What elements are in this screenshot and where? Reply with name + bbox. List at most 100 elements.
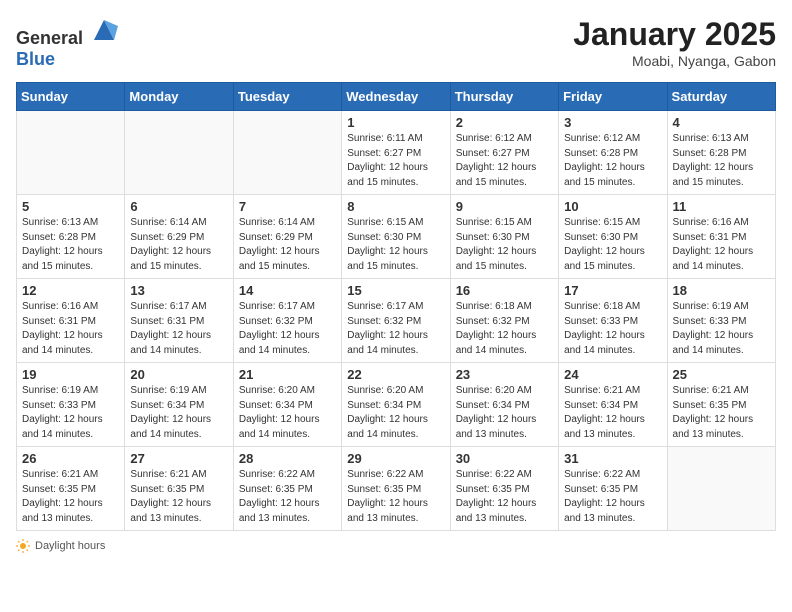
calendar-cell [233,111,341,195]
logo: General Blue [16,16,118,70]
day-info: Sunrise: 6:18 AM Sunset: 6:33 PM Dayligh… [564,300,661,358]
day-number: 24 [564,367,661,382]
calendar-cell: 29Sunrise: 6:22 AM Sunset: 6:35 PM Dayli… [342,447,450,531]
calendar-header: SundayMondayTuesdayWednesdayThursdayFrid… [17,83,776,111]
week-row-2: 5 Sunrise: 6:13 AM Sunset: 6:28 PM Daylig… [17,195,776,279]
day-number: 12 [22,283,119,298]
weekday-header-monday: Monday [125,83,233,111]
calendar-body: 1 Sunrise: 6:11 AM Sunset: 6:27 PM Daylig… [17,111,776,531]
day-number: 5 [22,199,119,214]
weekday-header-sunday: Sunday [17,83,125,111]
day-info: Sunrise: 6:17 AM Sunset: 6:32 PM Dayligh… [347,300,444,358]
calendar-cell: 13 Sunrise: 6:17 AM Sunset: 6:31 PM Dayli… [125,279,233,363]
day-number: 23 [456,367,553,382]
day-info: Sunrise: 6:17 AM Sunset: 6:31 PM Dayligh… [130,300,227,358]
day-number: 18 [673,283,770,298]
day-number: 19 [22,367,119,382]
calendar-cell: 3 Sunrise: 6:12 AM Sunset: 6:28 PM Daylig… [559,111,667,195]
weekday-header-tuesday: Tuesday [233,83,341,111]
day-number: 26 [22,451,119,466]
day-number: 4 [673,115,770,130]
day-info: Sunrise: 6:20 AM Sunset: 6:34 PM Dayligh… [239,384,336,442]
day-info: Sunrise: 6:20 AM Sunset: 6:34 PM Dayligh… [347,384,444,442]
calendar-cell: 1 Sunrise: 6:11 AM Sunset: 6:27 PM Daylig… [342,111,450,195]
day-number: 9 [456,199,553,214]
weekday-header-friday: Friday [559,83,667,111]
day-number: 30 [456,451,553,466]
day-number: 7 [239,199,336,214]
weekday-header-wednesday: Wednesday [342,83,450,111]
calendar-cell: 2Sunrise: 6:12 AM Sunset: 6:27 PM Daylig… [450,111,558,195]
calendar-title: January 2025 [573,16,776,53]
calendar-table: SundayMondayTuesdayWednesdayThursdayFrid… [16,82,776,531]
weekday-header-thursday: Thursday [450,83,558,111]
day-info: Sunrise: 6:15 AM Sunset: 6:30 PM Dayligh… [456,216,553,274]
logo-general: General [16,28,83,48]
day-info: Sunrise: 6:21 AM Sunset: 6:35 PM Dayligh… [130,468,227,526]
calendar-location: Moabi, Nyanga, Gabon [573,53,776,69]
title-block: January 2025 Moabi, Nyanga, Gabon [573,16,776,69]
day-number: 10 [564,199,661,214]
day-info: Sunrise: 6:16 AM Sunset: 6:31 PM Dayligh… [673,216,770,274]
calendar-cell: 6 Sunrise: 6:14 AM Sunset: 6:29 PM Daylig… [125,195,233,279]
day-info: Sunrise: 6:22 AM Sunset: 6:35 PM Dayligh… [347,468,444,526]
day-number: 21 [239,367,336,382]
calendar-cell: 11Sunrise: 6:16 AM Sunset: 6:31 PM Dayli… [667,195,775,279]
day-number: 14 [239,283,336,298]
day-number: 15 [347,283,444,298]
day-number: 17 [564,283,661,298]
day-info: Sunrise: 6:13 AM Sunset: 6:28 PM Dayligh… [22,216,119,274]
calendar-cell: 23Sunrise: 6:20 AM Sunset: 6:34 PM Dayli… [450,363,558,447]
calendar-cell: 17 Sunrise: 6:18 AM Sunset: 6:33 PM Dayli… [559,279,667,363]
calendar-cell: 18Sunrise: 6:19 AM Sunset: 6:33 PM Dayli… [667,279,775,363]
day-info: Sunrise: 6:14 AM Sunset: 6:29 PM Dayligh… [130,216,227,274]
calendar-cell: 21 Sunrise: 6:20 AM Sunset: 6:34 PM Dayli… [233,363,341,447]
day-info: Sunrise: 6:18 AM Sunset: 6:32 PM Dayligh… [456,300,553,358]
weekday-header-saturday: Saturday [667,83,775,111]
day-number: 1 [347,115,444,130]
week-row-5: 26 Sunrise: 6:21 AM Sunset: 6:35 PM Dayli… [17,447,776,531]
day-number: 28 [239,451,336,466]
day-number: 3 [564,115,661,130]
calendar-cell: 14Sunrise: 6:17 AM Sunset: 6:32 PM Dayli… [233,279,341,363]
day-number: 27 [130,451,227,466]
day-number: 6 [130,199,227,214]
day-info: Sunrise: 6:11 AM Sunset: 6:27 PM Dayligh… [347,132,444,190]
day-number: 22 [347,367,444,382]
calendar-footer: Daylight hours [16,539,776,553]
week-row-1: 1 Sunrise: 6:11 AM Sunset: 6:27 PM Daylig… [17,111,776,195]
day-info: Sunrise: 6:22 AM Sunset: 6:35 PM Dayligh… [564,468,661,526]
calendar-cell: 8 Sunrise: 6:15 AM Sunset: 6:30 PM Daylig… [342,195,450,279]
day-info: Sunrise: 6:21 AM Sunset: 6:35 PM Dayligh… [22,468,119,526]
day-info: Sunrise: 6:21 AM Sunset: 6:34 PM Dayligh… [564,384,661,442]
day-info: Sunrise: 6:19 AM Sunset: 6:34 PM Dayligh… [130,384,227,442]
calendar-cell: 15 Sunrise: 6:17 AM Sunset: 6:32 PM Dayli… [342,279,450,363]
day-number: 31 [564,451,661,466]
calendar-cell: 12 Sunrise: 6:16 AM Sunset: 6:31 PM Dayli… [17,279,125,363]
day-info: Sunrise: 6:16 AM Sunset: 6:31 PM Dayligh… [22,300,119,358]
day-number: 25 [673,367,770,382]
week-row-4: 19Sunrise: 6:19 AM Sunset: 6:33 PM Dayli… [17,363,776,447]
calendar-cell: 24 Sunrise: 6:21 AM Sunset: 6:34 PM Dayli… [559,363,667,447]
calendar-cell: 16 Sunrise: 6:18 AM Sunset: 6:32 PM Dayli… [450,279,558,363]
weekday-header-row: SundayMondayTuesdayWednesdayThursdayFrid… [17,83,776,111]
calendar-cell: 22 Sunrise: 6:20 AM Sunset: 6:34 PM Dayli… [342,363,450,447]
day-info: Sunrise: 6:22 AM Sunset: 6:35 PM Dayligh… [456,468,553,526]
day-number: 8 [347,199,444,214]
calendar-cell: 9 Sunrise: 6:15 AM Sunset: 6:30 PM Daylig… [450,195,558,279]
calendar-cell: 31 Sunrise: 6:22 AM Sunset: 6:35 PM Dayli… [559,447,667,531]
calendar-cell: 30 Sunrise: 6:22 AM Sunset: 6:35 PM Dayli… [450,447,558,531]
logo-text: General Blue [16,16,118,70]
day-info: Sunrise: 6:12 AM Sunset: 6:28 PM Dayligh… [564,132,661,190]
calendar-cell [667,447,775,531]
day-number: 13 [130,283,227,298]
day-number: 16 [456,283,553,298]
day-info: Sunrise: 6:21 AM Sunset: 6:35 PM Dayligh… [673,384,770,442]
calendar-cell: 4Sunrise: 6:13 AM Sunset: 6:28 PM Daylig… [667,111,775,195]
day-number: 20 [130,367,227,382]
day-info: Sunrise: 6:22 AM Sunset: 6:35 PM Dayligh… [239,468,336,526]
calendar-cell: 10Sunrise: 6:15 AM Sunset: 6:30 PM Dayli… [559,195,667,279]
logo-icon [90,16,118,44]
calendar-cell: 7Sunrise: 6:14 AM Sunset: 6:29 PM Daylig… [233,195,341,279]
day-info: Sunrise: 6:15 AM Sunset: 6:30 PM Dayligh… [347,216,444,274]
